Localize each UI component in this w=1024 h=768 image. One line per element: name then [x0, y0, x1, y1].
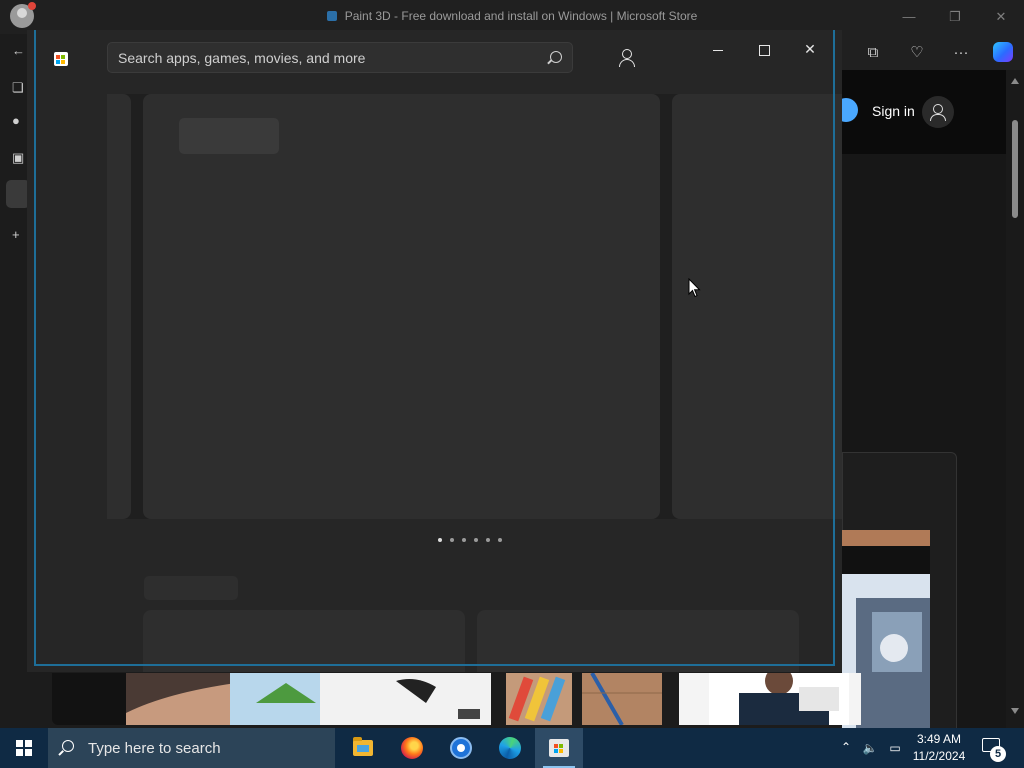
section-title-placeholder — [144, 576, 238, 600]
taskbar-clock[interactable]: 3:49 AM 11/2/2024 — [905, 731, 973, 765]
taskbar-search-box[interactable]: Type here to search — [48, 728, 335, 768]
carousel-dot[interactable] — [498, 538, 502, 542]
health-icon[interactable]: ♡ — [904, 40, 930, 64]
tile-placeholder-2[interactable] — [477, 610, 799, 672]
screenshot-thumbnail-2[interactable] — [506, 673, 572, 725]
taskbar-chrome[interactable] — [437, 728, 485, 768]
firefox-icon — [401, 737, 423, 759]
account-icon[interactable] — [613, 44, 641, 72]
tray-overflow-chevron-icon[interactable]: ⌃ — [839, 740, 853, 754]
screenshot-thumbnail-4[interactable] — [679, 673, 861, 725]
screenshot-gallery[interactable] — [126, 673, 930, 725]
clock-date: 11/2/2024 — [912, 749, 966, 763]
notification-count-badge: 5 — [990, 746, 1006, 762]
page-scrollbar[interactable] — [1006, 70, 1024, 728]
taskbar-firefox[interactable] — [388, 728, 436, 768]
store-close-button[interactable]: ✕ — [792, 36, 828, 62]
chrome-icon — [450, 737, 472, 759]
taskbar-edge[interactable] — [486, 728, 534, 768]
store-minimize-button[interactable] — [700, 36, 736, 62]
store-search-box[interactable] — [107, 42, 573, 73]
sign-in-link[interactable]: Sign in — [872, 103, 915, 119]
search-icon[interactable] — [550, 51, 562, 63]
clock-time: 3:49 AM — [916, 732, 962, 746]
store-search-input[interactable] — [118, 43, 538, 72]
network-icon[interactable]: ▭ — [886, 740, 904, 756]
gallery-frame — [52, 673, 126, 725]
hero-card-next[interactable] — [672, 94, 842, 519]
tile-placeholder-1[interactable] — [143, 610, 465, 672]
taskbar-file-explorer[interactable] — [339, 728, 387, 768]
edge-icon — [499, 737, 521, 759]
start-button[interactable] — [0, 728, 48, 768]
store-logo-icon — [54, 52, 68, 66]
volume-muted-icon[interactable]: 🔈 — [861, 740, 879, 756]
search-icon — [62, 740, 74, 752]
store-icon — [549, 739, 569, 757]
browser-title: Paint 3D - Free download and install on … — [0, 9, 1024, 23]
page-header: Sign in — [834, 70, 1006, 154]
store-nav-rail — [27, 94, 107, 672]
folder-icon — [353, 737, 373, 756]
more-icon[interactable]: ··· — [948, 40, 974, 64]
carousel-dot[interactable] — [450, 538, 454, 542]
taskbar-search-placeholder: Type here to search — [88, 740, 221, 757]
screenshot-thumbnail-3[interactable] — [582, 673, 662, 725]
person-add-icon[interactable] — [922, 96, 954, 128]
store-maximize-button[interactable] — [746, 36, 782, 62]
browser-close-button[interactable]: ✕ — [987, 6, 1015, 28]
carousel-dot[interactable] — [438, 538, 442, 542]
browser-toolbar: ⧉ ♡ ··· — [842, 34, 1024, 70]
carousel-dot[interactable] — [474, 538, 478, 542]
store-window: ✕ — [27, 30, 842, 672]
scroll-down-icon[interactable] — [1011, 708, 1019, 714]
copilot-icon-button[interactable] — [990, 40, 1016, 64]
browser-minimize-button[interactable]: — — [895, 6, 923, 28]
tab-icon[interactable]: ● — [12, 114, 26, 128]
mouse-cursor-icon — [688, 278, 701, 298]
browser-titlebar: Paint 3D - Free download and install on … — [0, 0, 1024, 34]
browser-restore-button[interactable]: ❐ — [941, 6, 969, 28]
copilot-icon — [993, 42, 1013, 62]
windows-logo-icon — [16, 740, 32, 756]
taskbar: Type here to search ⌃ 🔈 ▭ 3:49 AM 11/2/2… — [0, 728, 1024, 768]
collections-icon[interactable]: ⧉ — [860, 40, 886, 64]
minimize-icon — [713, 49, 723, 51]
hero-card-prev[interactable] — [107, 94, 131, 519]
scroll-thumb[interactable] — [1012, 120, 1018, 218]
screenshot-thumbnail-1[interactable] — [126, 673, 491, 725]
shopping-icon[interactable]: ▣ — [12, 151, 26, 165]
carousel-dot[interactable] — [462, 538, 466, 542]
carousel-dot[interactable] — [486, 538, 490, 542]
taskbar-microsoft-store[interactable] — [535, 728, 583, 768]
browser-title-text: Paint 3D - Free download and install on … — [344, 9, 698, 23]
new-tab-icon[interactable]: + — [12, 228, 26, 242]
hero-card-main[interactable] — [143, 94, 660, 519]
tab-actions-icon[interactable]: ❏ — [12, 81, 26, 95]
back-icon[interactable]: ← — [12, 44, 26, 58]
maximize-icon — [758, 44, 770, 56]
store-favicon-icon — [326, 11, 337, 21]
scroll-up-icon[interactable] — [1011, 78, 1019, 84]
hero-title-placeholder — [179, 118, 279, 154]
